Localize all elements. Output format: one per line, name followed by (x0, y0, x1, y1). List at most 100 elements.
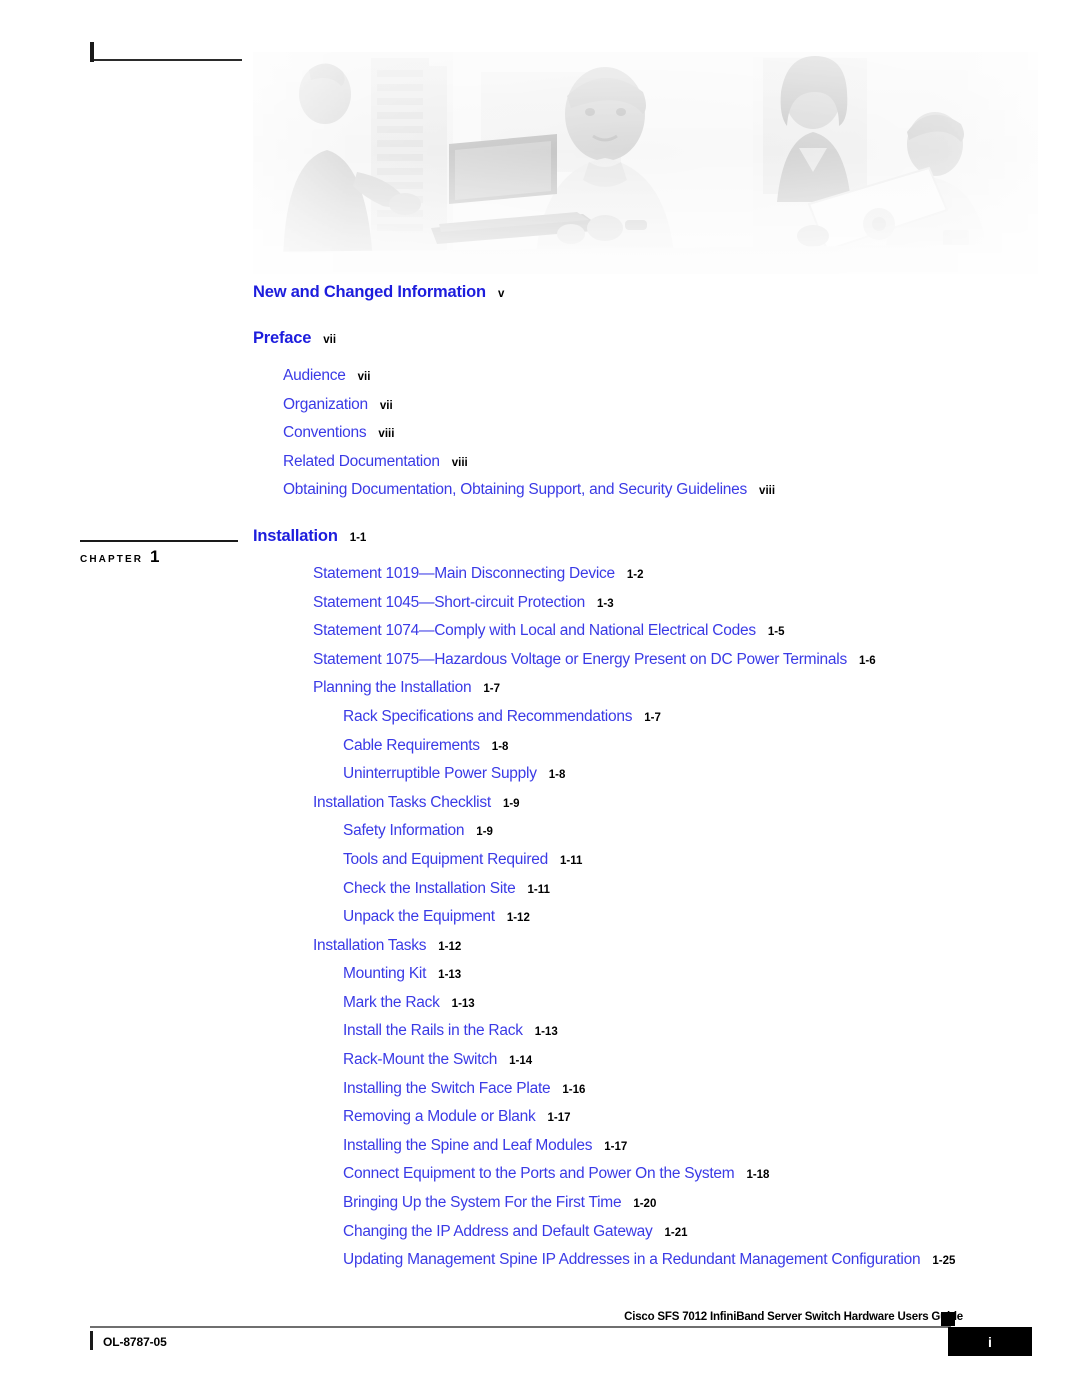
toc-entry-page: 1-12 (506, 912, 530, 925)
table-of-contents: New and Changed Information v Preface vii Au… (0, 283, 1080, 1280)
toc-entry[interactable]: Obtaining Documentation, Obtaining Suppo… (283, 481, 1080, 510)
toc-entry[interactable]: Cable Requirements 1-8 (343, 737, 1080, 766)
toc-entry-page: 1-17 (547, 1112, 571, 1125)
toc-entry-label: Updating Management Spine IP Addresses i… (343, 1251, 921, 1269)
toc-entry[interactable]: Safety Information 1-9 (343, 822, 1080, 851)
toc-entry-page: 1-20 (633, 1198, 657, 1211)
footer-page-number: i (948, 1327, 1032, 1356)
toc-entry[interactable]: Updating Management Spine IP Addresses i… (343, 1251, 1080, 1280)
toc-entry-page: 1-17 (604, 1140, 628, 1153)
toc-entry-page: 1-3 (596, 597, 614, 610)
toc-entry[interactable]: Audience vii (283, 367, 1080, 396)
toc-entry[interactable]: Statement 1045—Short-circuit Protection 1… (313, 594, 1080, 623)
toc-entry-label: Rack Specifications and Recommendations (343, 707, 633, 725)
toc-entry-label: Statement 1019—Main Disconnecting Device (313, 564, 615, 582)
toc-entry-label: Statement 1074—Comply with Local and Nat… (313, 622, 756, 640)
toc-entry-label: Check the Installation Site (343, 879, 516, 897)
toc-entry[interactable]: Planning the Installation 1-7 (313, 679, 1080, 708)
toc-entry-page: 1-13 (451, 997, 475, 1010)
footer-title: Cisco SFS 7012 InfiniBand Server Switch … (624, 1311, 963, 1323)
toc-entry[interactable]: Mark the Rack 1-13 (343, 994, 1080, 1023)
toc-entry-label: Bringing Up the System For the First Tim… (343, 1194, 622, 1212)
toc-entry-label: Tools and Equipment Required (343, 850, 548, 868)
banner-image (253, 52, 1038, 274)
toc-entry-page: 1-13 (534, 1026, 558, 1039)
toc-entry[interactable]: Installing the Spine and Leaf Modules 1-1… (343, 1137, 1080, 1166)
toc-entry[interactable]: Changing the IP Address and Default Gate… (343, 1223, 1080, 1252)
toc-entry-label: Changing the IP Address and Default Gate… (343, 1222, 653, 1240)
toc-entry-page: 1-18 (746, 1169, 770, 1182)
toc-entry-label: Mark the Rack (343, 993, 440, 1011)
toc-heading[interactable]: Preface vii (253, 329, 1080, 358)
toc-entry-label: Installing the Spine and Leaf Modules (343, 1136, 593, 1154)
toc-entry-page: 1-7 (644, 711, 661, 724)
toc-entry-label: Install the Rails in the Rack (343, 1022, 523, 1040)
toc-entry-label: Removing a Module or Blank (343, 1108, 536, 1126)
toc-entry-label: Mounting Kit (343, 965, 427, 983)
toc-entry-page: viii (378, 428, 395, 441)
toc-entry-label: Installation Tasks (313, 936, 427, 954)
toc-entry-label: Installation Tasks Checklist (313, 793, 491, 811)
toc-entry-gap (0, 556, 1080, 565)
toc-entry-label: Cable Requirements (343, 736, 480, 754)
toc-entry-page: 1-6 (858, 654, 876, 667)
toc-entry-label: Statement 1075—Hazardous Voltage or Ener… (313, 650, 847, 668)
toc-entry-page: vii (379, 399, 393, 412)
page-corner-rule (94, 59, 242, 61)
toc-entry[interactable]: Uninterruptible Power Supply 1-8 (343, 765, 1080, 794)
toc-entry[interactable]: Connect Equipment to the Ports and Power… (343, 1165, 1080, 1194)
toc-entry-label: Rack-Mount the Switch (343, 1051, 498, 1069)
toc-entry-label: Safety Information (343, 822, 465, 840)
toc-entry-label: Installing the Switch Face Plate (343, 1079, 551, 1097)
toc-entry-page: 1-9 (502, 797, 520, 810)
footer-tick (90, 1331, 93, 1350)
banner-artwork (253, 52, 1038, 274)
toc-heading[interactable]: New and Changed Information v (253, 283, 1080, 312)
toc-entry-page: 1-7 (483, 683, 500, 696)
toc-entry[interactable]: Rack Specifications and Recommendations 1… (343, 708, 1080, 737)
footer-document-number: OL-8787-05 (103, 1335, 167, 1349)
toc-entry[interactable]: Bringing Up the System For the First Tim… (343, 1194, 1080, 1223)
toc-heading[interactable]: Installation 1-1 (253, 527, 1080, 556)
toc-entry-page: 1-2 (626, 568, 644, 581)
toc-entry[interactable]: Mounting Kit 1-13 (343, 965, 1080, 994)
toc-entry-page: 1-8 (548, 769, 566, 782)
toc-entry-page: 1-12 (438, 940, 462, 953)
footer-square-mark (941, 1312, 955, 1326)
toc-entry-label: Conventions (283, 424, 367, 442)
toc-entry[interactable]: Unpack the Equipment 1-12 (343, 908, 1080, 937)
toc-entry-label: Uninterruptible Power Supply (343, 765, 537, 783)
toc-entry-label: Statement 1045—Short-circuit Protection (313, 593, 585, 611)
toc-entry-page: viii (451, 456, 468, 469)
toc-entry[interactable]: Tools and Equipment Required 1-11 (343, 851, 1080, 880)
toc-entry-label: Related Documentation (283, 452, 440, 470)
toc-entry[interactable]: Installing the Switch Face Plate 1-16 (343, 1080, 1080, 1109)
toc-entry-page: 1-25 (932, 1255, 956, 1268)
toc-entry-page: 1-11 (527, 883, 550, 896)
toc-entry[interactable]: Removing a Module or Blank 1-17 (343, 1108, 1080, 1137)
toc-entry[interactable]: Installation Tasks 1-12 (313, 937, 1080, 966)
toc-entry[interactable]: Installation Tasks Checklist 1-9 (313, 794, 1080, 823)
toc-entry[interactable]: Check the Installation Site 1-11 (343, 880, 1080, 909)
toc-entry[interactable]: Statement 1074—Comply with Local and Nat… (313, 622, 1080, 651)
toc-entry-page: 1-9 (476, 826, 493, 839)
toc-entry-label: Audience (283, 367, 346, 384)
toc-entry-page: viii (759, 485, 776, 498)
toc-entry[interactable]: Statement 1075—Hazardous Voltage or Ener… (313, 651, 1080, 680)
toc-entry[interactable]: Conventions viii (283, 424, 1080, 453)
toc-entry-label: Connect Equipment to the Ports and Power… (343, 1165, 735, 1183)
toc-entry[interactable]: Rack-Mount the Switch 1-14 (343, 1051, 1080, 1080)
toc-entry[interactable]: Install the Rails in the Rack 1-13 (343, 1022, 1080, 1051)
toc-entry-label: Obtaining Documentation, Obtaining Suppo… (283, 481, 748, 499)
toc-entry-gap (0, 358, 1080, 367)
toc-section-gap (0, 312, 1080, 329)
toc-entry[interactable]: Related Documentation viii (283, 453, 1080, 482)
toc-heading-page: v (497, 288, 505, 300)
toc-heading-label: Installation (253, 526, 338, 545)
toc-entry-page: 1-16 (562, 1083, 586, 1096)
toc-entry-page: 1-8 (491, 740, 509, 753)
toc-entry-label: Unpack the Equipment (343, 908, 495, 926)
toc-section-gap (0, 510, 1080, 527)
toc-entry[interactable]: Organization vii (283, 396, 1080, 425)
toc-entry[interactable]: Statement 1019—Main Disconnecting Device… (313, 565, 1080, 594)
